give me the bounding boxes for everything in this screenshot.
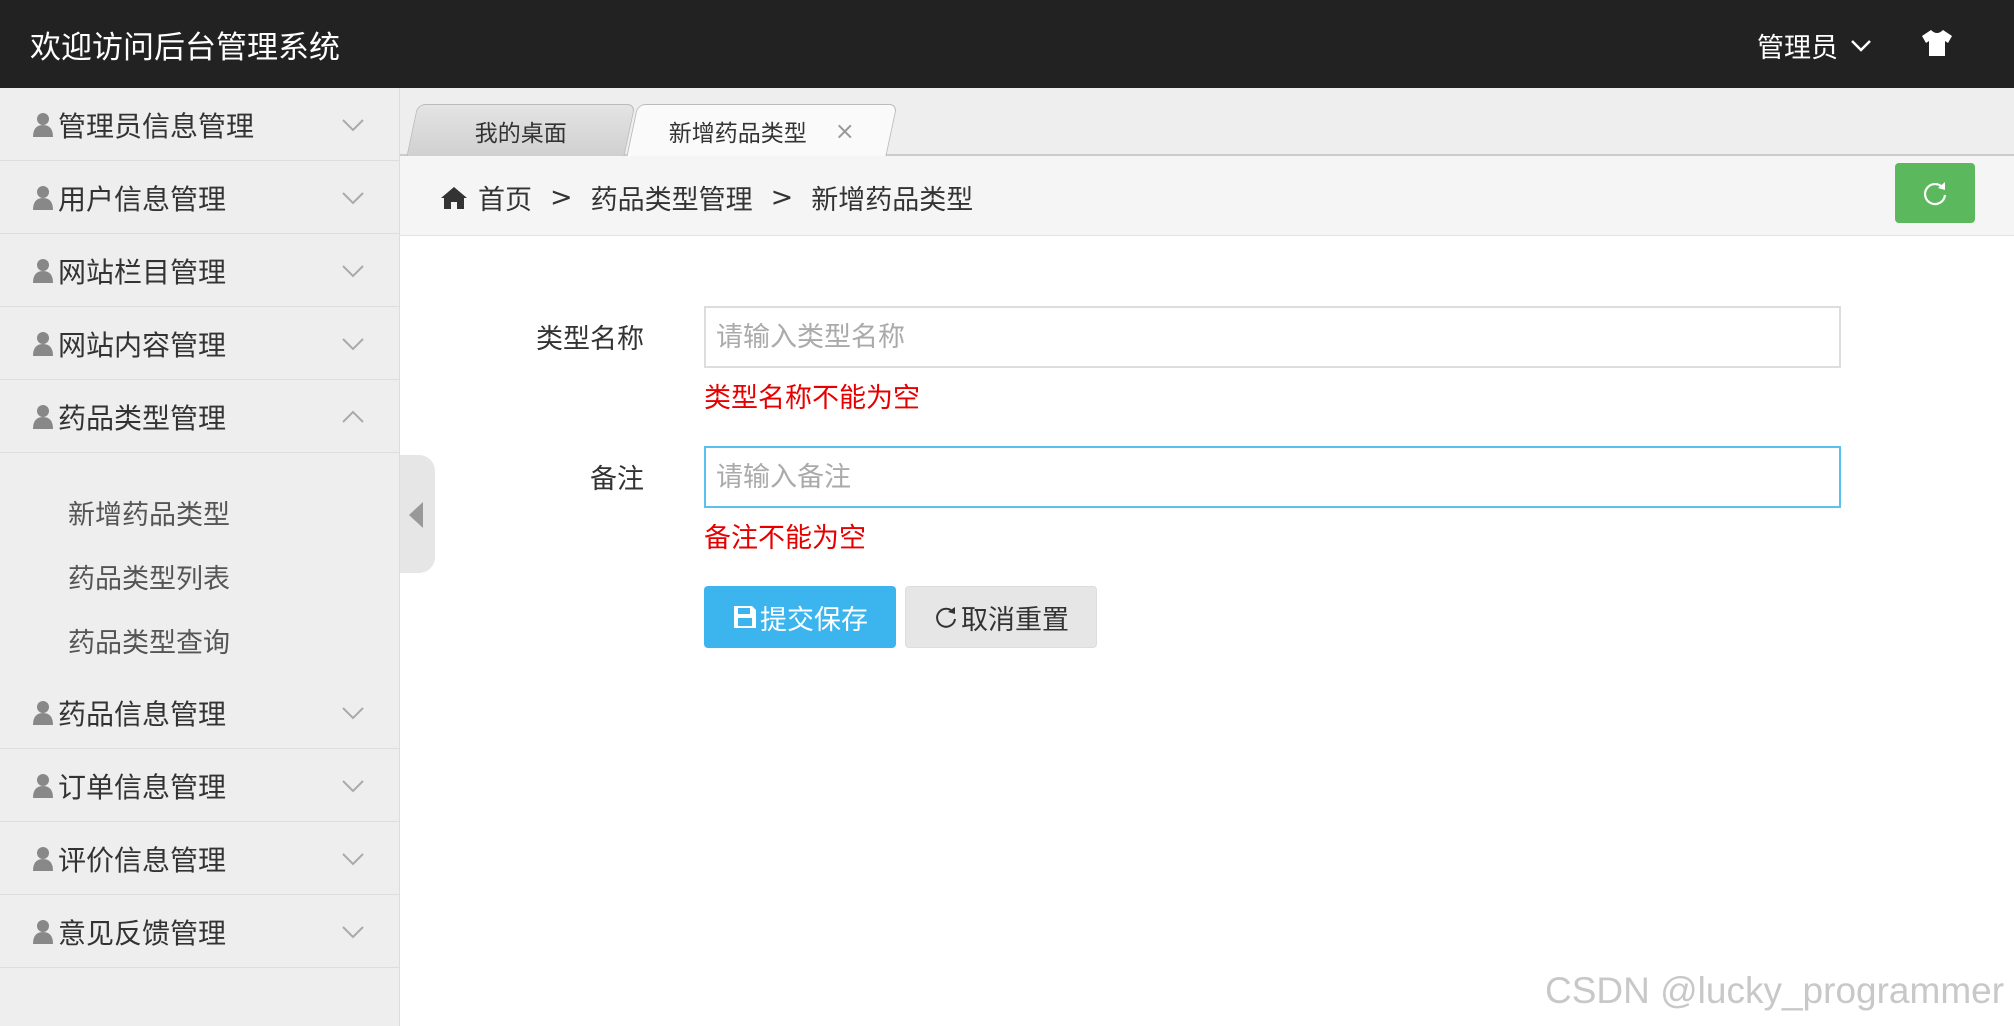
user-icon — [33, 774, 53, 798]
top-header: 欢迎访问后台管理系统 管理员 — [0, 0, 2014, 88]
user-icon — [33, 186, 53, 210]
tab-bar: 我的桌面 新增药品类型 × — [400, 88, 2014, 156]
sidebar-collapse-handle[interactable] — [400, 455, 435, 573]
remark-error: 备注不能为空 — [704, 523, 866, 554]
type-name-label: 类型名称 — [536, 324, 644, 355]
caret-left-icon — [409, 502, 423, 528]
tab-add-drug-type[interactable]: 新增药品类型 × — [626, 104, 898, 156]
chevron-up-icon — [342, 410, 364, 423]
breadcrumb-separator: > — [550, 182, 573, 213]
sidebar-item-user-info[interactable]: 用户信息管理 — [0, 161, 400, 234]
refresh-icon — [1923, 182, 1947, 206]
submit-save-button[interactable]: 提交保存 — [704, 586, 896, 648]
chevron-down-icon — [342, 926, 364, 939]
cancel-reset-label: 取消重置 — [961, 604, 1069, 636]
user-icon — [33, 113, 53, 137]
chevron-down-icon — [342, 853, 364, 866]
tshirt-icon[interactable] — [1920, 28, 1954, 58]
sidebar-item-drug-type[interactable]: 药品类型管理 — [0, 380, 400, 453]
breadcrumb-bar: 首页 > 药品类型管理 > 新增药品类型 — [400, 156, 2014, 236]
submit-save-label: 提交保存 — [760, 604, 868, 636]
sidebar-item-admin-info[interactable]: 管理员信息管理 — [0, 88, 400, 161]
sidebar-subitem-drug-type-list[interactable]: 药品类型列表 — [68, 557, 230, 596]
sidebar-item-site-columns[interactable]: 网站栏目管理 — [0, 234, 400, 307]
sidebar-item-label: 意见反馈管理 — [58, 917, 227, 950]
home-icon — [441, 186, 467, 209]
sidebar-subitem-drug-type-query[interactable]: 药品类型查询 — [68, 621, 230, 660]
sidebar-item-order-info[interactable]: 订单信息管理 — [0, 749, 400, 822]
chevron-down-icon — [342, 338, 364, 351]
remark-label: 备注 — [590, 464, 644, 495]
remark-input[interactable] — [704, 446, 1841, 508]
save-icon — [734, 606, 756, 628]
type-name-error: 类型名称不能为空 — [704, 383, 920, 414]
refresh-icon — [936, 607, 956, 628]
user-icon — [33, 259, 53, 283]
chevron-down-icon — [342, 265, 364, 278]
user-menu-label: 管理员 — [1757, 33, 1838, 64]
sidebar-item-site-content[interactable]: 网站内容管理 — [0, 307, 400, 380]
tab-label: 新增药品类型 — [668, 120, 807, 147]
type-name-input[interactable] — [704, 306, 1841, 368]
sidebar-item-label: 网站栏目管理 — [58, 256, 227, 289]
close-icon[interactable]: × — [835, 117, 855, 145]
breadcrumb-separator: > — [770, 182, 794, 213]
user-icon — [33, 405, 53, 429]
user-icon — [33, 701, 53, 725]
sidebar-subitem-add-drug-type[interactable]: 新增药品类型 — [68, 493, 230, 532]
breadcrumb-current: 新增药品类型 — [811, 185, 974, 216]
chevron-down-icon — [342, 707, 364, 720]
user-menu[interactable]: 管理员 — [1757, 26, 1872, 65]
cancel-reset-button[interactable]: 取消重置 — [905, 586, 1097, 648]
sidebar-item-label: 药品信息管理 — [58, 698, 227, 731]
chevron-down-icon — [342, 119, 364, 132]
chevron-down-icon — [342, 192, 364, 205]
chevron-down-icon — [342, 780, 364, 793]
sidebar: 管理员信息管理 用户信息管理 网站栏目管理 网站内容管理 药品类型管理 新增药品… — [0, 88, 400, 1026]
tab-label: 我的桌面 — [474, 120, 567, 147]
watermark: CSDN @lucky_programmer — [1545, 970, 2005, 1011]
sidebar-item-label: 管理员信息管理 — [58, 110, 255, 143]
user-icon — [33, 920, 53, 944]
app-title: 欢迎访问后台管理系统 — [30, 30, 340, 66]
sidebar-item-review-info[interactable]: 评价信息管理 — [0, 822, 400, 895]
chevron-down-icon — [1851, 39, 1871, 52]
user-icon — [33, 847, 53, 871]
sidebar-item-label: 网站内容管理 — [58, 329, 227, 362]
sidebar-item-label: 用户信息管理 — [58, 183, 227, 216]
breadcrumb-drug-type[interactable]: 药品类型管理 — [591, 178, 753, 217]
sidebar-item-label: 订单信息管理 — [58, 771, 227, 804]
sidebar-item-label: 药品类型管理 — [58, 402, 227, 435]
sidebar-item-label: 评价信息管理 — [58, 844, 227, 877]
breadcrumb-home[interactable]: 首页 — [478, 178, 532, 217]
sidebar-item-drug-info[interactable]: 药品信息管理 — [0, 676, 400, 749]
user-icon — [33, 332, 53, 356]
tab-my-desktop[interactable]: 我的桌面 — [406, 104, 636, 156]
breadcrumb: 首页 > 药品类型管理 > 新增药品类型 — [440, 178, 973, 217]
refresh-button[interactable] — [1895, 163, 1975, 223]
sidebar-item-feedback[interactable]: 意见反馈管理 — [0, 895, 400, 968]
